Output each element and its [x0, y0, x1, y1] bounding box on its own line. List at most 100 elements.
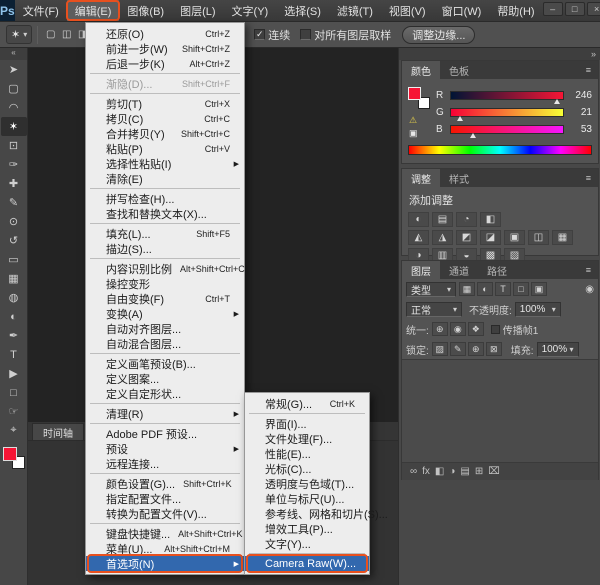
- channel-slider[interactable]: [450, 125, 564, 134]
- menu-item[interactable]: 指定配置文件... ▶: [86, 491, 244, 506]
- menu-item[interactable]: 自动混合图层... ▶: [86, 336, 244, 351]
- menu-item[interactable]: 定义自定形状... ▶: [86, 386, 244, 401]
- menubar-item-select[interactable]: 选择(S): [276, 0, 329, 21]
- add-selection-icon[interactable]: ◫: [59, 27, 74, 43]
- vibrance-icon[interactable]: ◭: [408, 230, 429, 245]
- crop-tool-icon[interactable]: ⊡: [1, 136, 27, 155]
- menu-item[interactable]: 合并拷贝(Y) Shift+Ctrl+C ▶: [86, 126, 244, 141]
- magic-wand-tool-icon[interactable]: ✶: [1, 117, 27, 136]
- layer-group-icon[interactable]: ▤: [460, 466, 469, 477]
- menu-item[interactable]: 查找和替换文本(X)... ▶: [86, 206, 244, 221]
- menu-item[interactable]: 颜色设置(G)... Shift+Ctrl+K ▶: [86, 476, 244, 491]
- foreground-swatch[interactable]: [408, 87, 421, 100]
- menu-item[interactable]: 粘贴(P) Ctrl+V ▶: [86, 141, 244, 156]
- slider-marker[interactable]: [470, 133, 476, 138]
- lock-image-icon[interactable]: ✎: [450, 342, 466, 356]
- filter-shape-layers-icon[interactable]: □: [513, 282, 529, 296]
- toolbar-collapse-icon[interactable]: «: [0, 48, 27, 60]
- refine-edge-button[interactable]: 调整边缘...: [402, 26, 475, 44]
- tab-timeline[interactable]: 时间轴: [32, 423, 84, 440]
- menubar-item-type[interactable]: 文字(Y): [224, 0, 277, 21]
- tab-adjustments[interactable]: 调整: [402, 169, 440, 187]
- color-lookup-icon[interactable]: ▦: [552, 230, 573, 245]
- exposure-icon[interactable]: ◧: [480, 212, 501, 227]
- tab-styles[interactable]: 样式: [440, 169, 478, 187]
- shape-tool-icon[interactable]: □: [1, 383, 27, 402]
- menu-item[interactable]: 描边(S)... ▶: [86, 241, 244, 256]
- layer-filter-toggle-icon[interactable]: ◉: [585, 284, 594, 295]
- lock-position-icon[interactable]: ⊕: [468, 342, 484, 356]
- menu-item[interactable]: 菜单(U)... Alt+Shift+Ctrl+M ▶: [86, 541, 244, 556]
- submenu-item[interactable]: 文件处理(F)... ▶: [245, 431, 369, 446]
- propagate-checkbox[interactable]: [491, 325, 500, 334]
- tab-layers[interactable]: 图层: [402, 261, 440, 279]
- panel-menu-icon[interactable]: ≡: [581, 265, 596, 275]
- menu-item[interactable]: 拼写检查(H)... ▶: [86, 191, 244, 206]
- black-white-icon[interactable]: ◪: [480, 230, 501, 245]
- submenu-item[interactable]: 界面(I)... ▶: [245, 416, 369, 431]
- lock-transparency-icon[interactable]: ▨: [432, 342, 448, 356]
- brush-tool-icon[interactable]: ✎: [1, 193, 27, 212]
- menubar-item-view[interactable]: 视图(V): [381, 0, 434, 21]
- collapse-panels-icon[interactable]: »: [591, 49, 596, 59]
- menu-item[interactable]: 键盘快捷键... Alt+Shift+Ctrl+K ▶: [86, 526, 244, 541]
- menu-item[interactable]: 远程连接... ▶: [86, 456, 244, 471]
- menu-item[interactable]: 自由变换(F) Ctrl+T ▶: [86, 291, 244, 306]
- menu-item[interactable]: Adobe PDF 预设... ▶: [86, 426, 244, 441]
- gamut-warning-icon[interactable]: ⚠: [409, 115, 418, 126]
- tab-color[interactable]: 颜色: [402, 61, 440, 79]
- submenu-item[interactable]: 光标(C)... ▶: [245, 461, 369, 476]
- unify-position-icon[interactable]: ⊕: [432, 322, 448, 336]
- channel-value[interactable]: 21: [568, 107, 592, 118]
- menubar-item-image[interactable]: 图像(B): [119, 0, 172, 21]
- menu-item[interactable]: 定义图案... ▶: [86, 371, 244, 386]
- menu-item[interactable]: 变换(A) ▶: [86, 306, 244, 321]
- menu-item[interactable]: 填充(L)... Shift+F5 ▶: [86, 226, 244, 241]
- hue-saturation-icon[interactable]: ◮: [432, 230, 453, 245]
- channel-slider[interactable]: [450, 108, 564, 117]
- link-layers-icon[interactable]: ∞: [410, 466, 417, 477]
- menu-item[interactable]: 清理(R) ▶: [86, 406, 244, 421]
- menubar-item-layer[interactable]: 图层(L): [172, 0, 223, 21]
- brightness-contrast-icon[interactable]: ◐: [408, 212, 429, 227]
- healing-brush-tool-icon[interactable]: ✚: [1, 174, 27, 193]
- submenu-item-camera-raw[interactable]: Camera Raw(W)... ▶: [245, 556, 369, 571]
- slider-marker[interactable]: [457, 116, 463, 121]
- channel-slider[interactable]: [450, 91, 564, 100]
- close-button[interactable]: ×: [587, 2, 600, 16]
- menu-item[interactable]: 预设 ▶: [86, 441, 244, 456]
- pen-tool-icon[interactable]: ✒: [1, 326, 27, 345]
- eyedropper-tool-icon[interactable]: ✑: [1, 155, 27, 174]
- minimize-button[interactable]: –: [543, 2, 563, 16]
- tool-preset-picker[interactable]: ✶ ▾: [6, 25, 32, 44]
- eraser-tool-icon[interactable]: ▭: [1, 250, 27, 269]
- photo-filter-icon[interactable]: ▣: [504, 230, 525, 245]
- foreground-color-swatch[interactable]: [3, 447, 17, 461]
- panel-menu-icon[interactable]: ≡: [581, 65, 596, 75]
- tab-channels[interactable]: 通道: [440, 261, 478, 279]
- new-selection-icon[interactable]: ▢: [43, 27, 58, 43]
- path-selection-tool-icon[interactable]: ▶: [1, 364, 27, 383]
- menubar-item-window[interactable]: 窗口(W): [434, 0, 490, 21]
- blend-mode-dropdown[interactable]: 正常 ▾: [406, 302, 462, 317]
- menu-item[interactable]: 内容识别比例 Alt+Shift+Ctrl+C ▶: [86, 261, 244, 276]
- menu-item[interactable]: 前进一步(W) Shift+Ctrl+Z ▶: [86, 41, 244, 56]
- marquee-tool-icon[interactable]: ▢: [1, 79, 27, 98]
- hand-tool-icon[interactable]: ☞: [1, 402, 27, 421]
- adjustment-layer-icon[interactable]: ◑: [449, 466, 455, 477]
- filter-smart-objects-icon[interactable]: ▣: [531, 282, 547, 296]
- delete-layer-icon[interactable]: ⌧: [488, 466, 500, 477]
- type-tool-icon[interactable]: T: [1, 345, 27, 364]
- submenu-item[interactable]: 透明度与色域(T)... ▶: [245, 476, 369, 491]
- menu-item[interactable]: 定义画笔预设(B)... ▶: [86, 356, 244, 371]
- lasso-tool-icon[interactable]: ◠: [1, 98, 27, 117]
- menu-item[interactable]: 拷贝(C) Ctrl+C ▶: [86, 111, 244, 126]
- channel-mixer-icon[interactable]: ◫: [528, 230, 549, 245]
- slider-marker[interactable]: [554, 99, 560, 104]
- menu-item[interactable]: 转换为配置文件(V)... ▶: [86, 506, 244, 521]
- web-color-cube-icon[interactable]: ▣: [409, 128, 418, 139]
- opacity-dropdown[interactable]: 100% ▾: [515, 302, 561, 317]
- zoom-tool-icon[interactable]: ⌖: [1, 421, 27, 440]
- submenu-item[interactable]: 文字(Y)... ▶: [245, 536, 369, 551]
- levels-icon[interactable]: ▤: [432, 212, 453, 227]
